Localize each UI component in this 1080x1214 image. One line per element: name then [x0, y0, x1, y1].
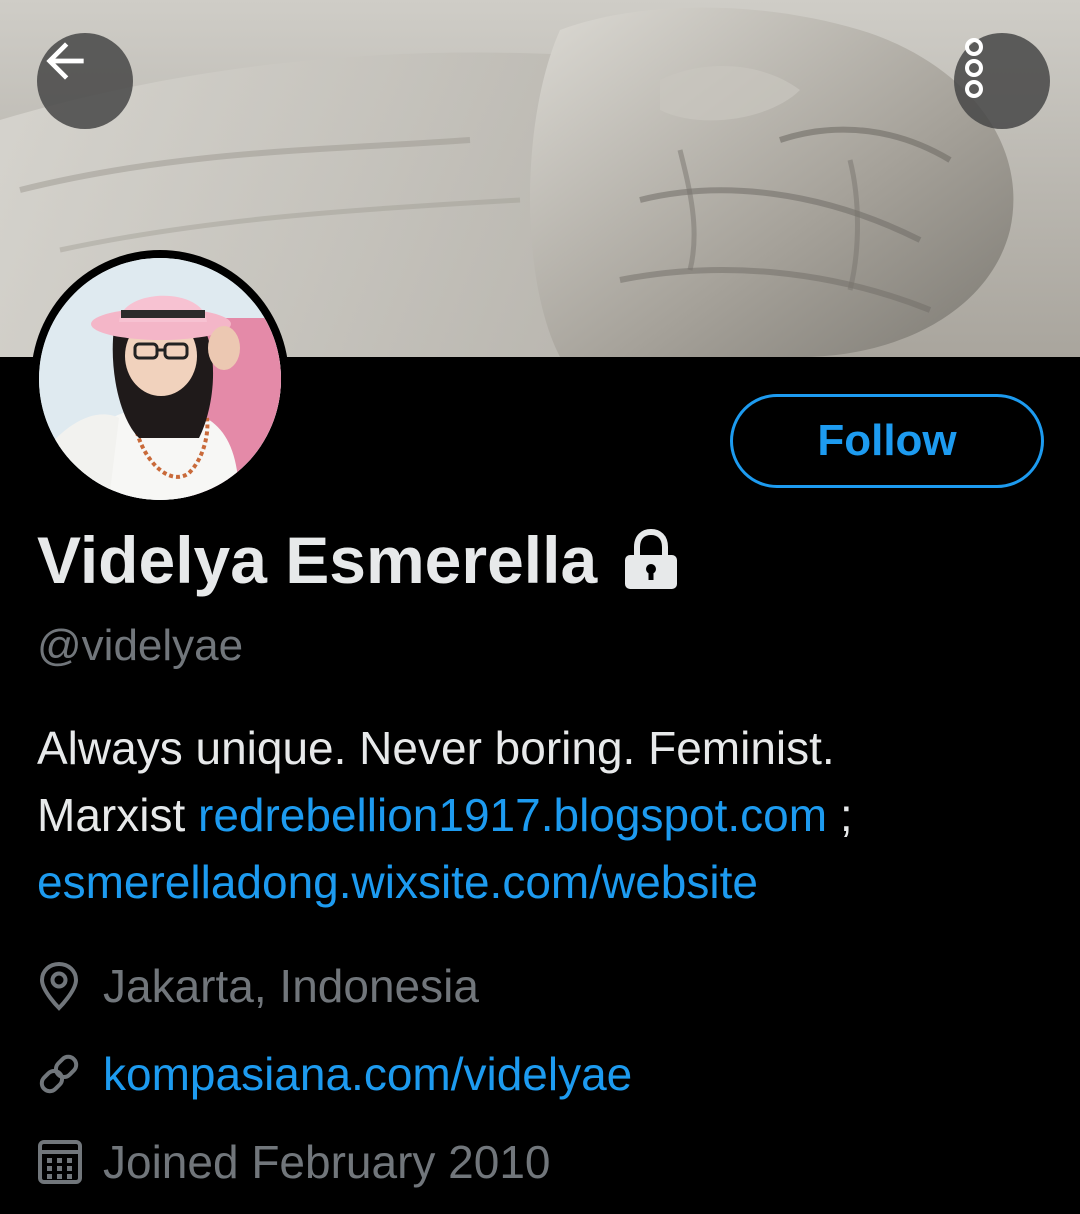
calendar-icon: [37, 1139, 89, 1185]
bio-line-2: Marxist redrebellion1917.blogspot.com ;: [37, 782, 1047, 849]
lock-icon: [621, 529, 681, 591]
link-icon: [37, 1052, 89, 1096]
location-pin-icon: [37, 961, 89, 1011]
profile-website: kompasiana.com/videlyae: [37, 1044, 632, 1104]
avatar-image: [39, 258, 281, 500]
bio-line-1: Always unique. Never boring. Feminist.: [37, 722, 835, 774]
bio-line-3: esmerelladong.wixsite.com/website: [37, 849, 1047, 916]
profile-location: Jakarta, Indonesia: [37, 956, 479, 1016]
bio-link-blogspot[interactable]: redrebellion1917.blogspot.com: [198, 789, 827, 841]
display-name: Videlya Esmerella: [37, 523, 598, 597]
profile-joined-date: Joined February 2010: [37, 1132, 551, 1192]
bio-text: Marxist: [37, 789, 198, 841]
website-link[interactable]: kompasiana.com/videlyae: [103, 1047, 632, 1101]
bio-link-wixsite[interactable]: esmerelladong.wixsite.com/website: [37, 856, 758, 908]
follow-button[interactable]: Follow: [730, 394, 1044, 488]
back-button[interactable]: [37, 33, 133, 129]
more-options-button[interactable]: [954, 33, 1050, 129]
location-text: Jakarta, Indonesia: [103, 960, 479, 1012]
profile-bio: Always unique. Never boring. Feminist. M…: [37, 715, 1047, 916]
bio-separator: ;: [827, 789, 853, 841]
joined-text: Joined February 2010: [103, 1136, 551, 1188]
profile-name-row: Videlya Esmerella: [37, 520, 681, 600]
profile-handle: @videlyae: [37, 621, 244, 670]
profile-avatar[interactable]: [31, 250, 289, 508]
